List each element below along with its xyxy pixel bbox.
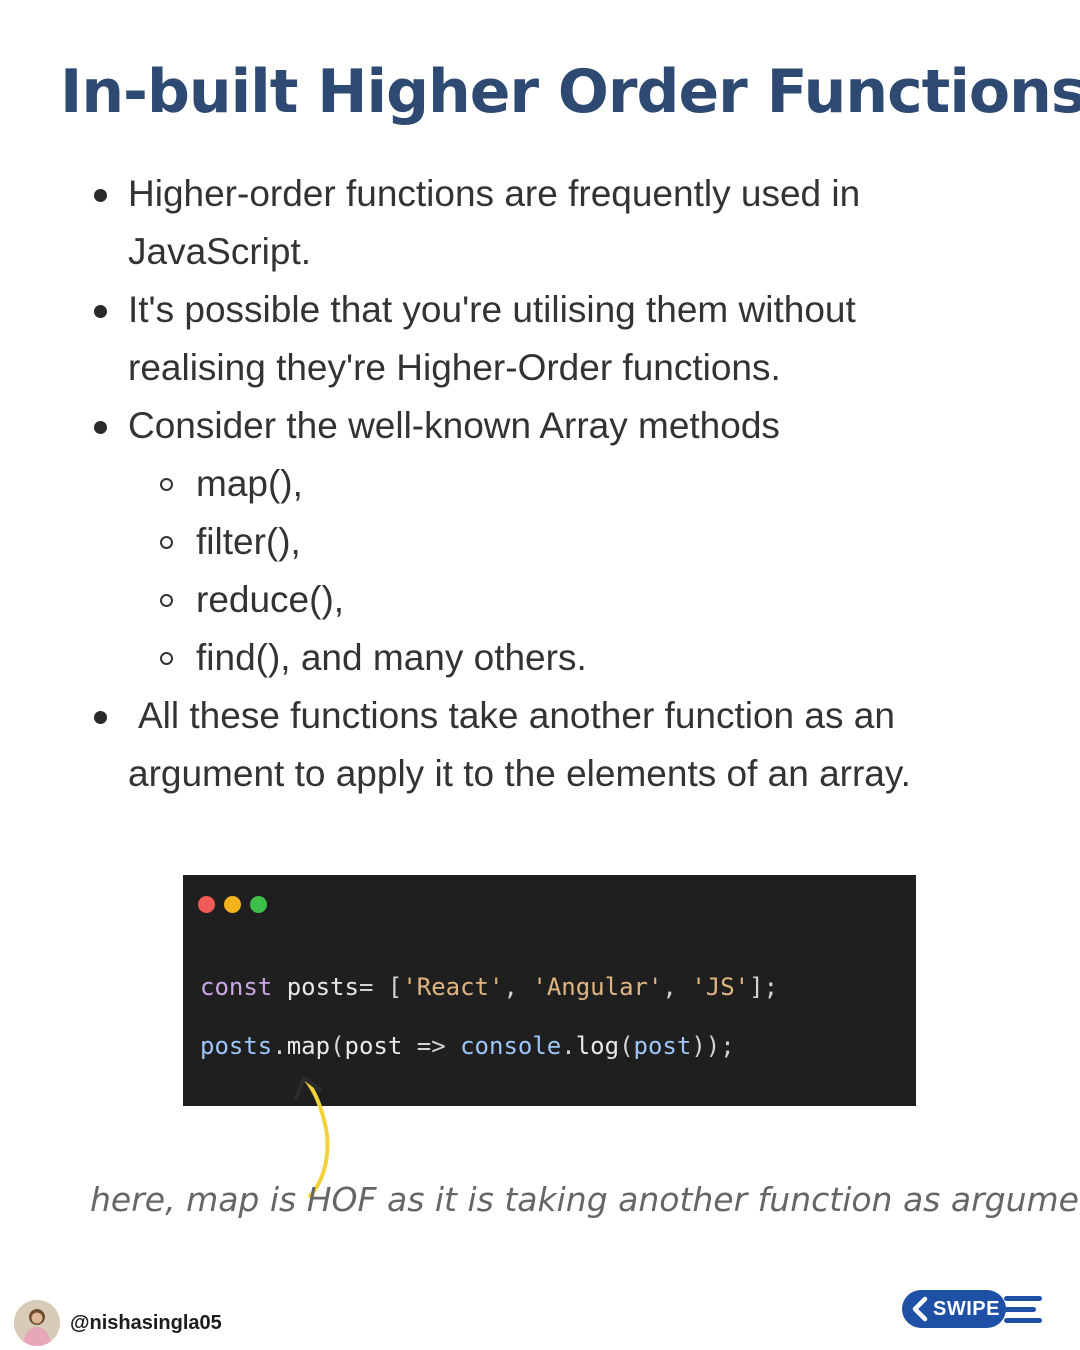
- code-punctuation: = [: [358, 973, 403, 1001]
- bullet-item: It's possible that you're utilising them…: [90, 281, 1020, 397]
- sub-item-text: filter(),: [196, 521, 301, 562]
- code-punctuation: .: [272, 1032, 287, 1060]
- sub-item-text: reduce(),: [196, 579, 345, 620]
- swipe-button[interactable]: SWIPE: [902, 1290, 1044, 1330]
- bullet-item: Higher-order functions are frequently us…: [90, 165, 1020, 281]
- code-punctuation: ,: [503, 973, 533, 1001]
- code-identifier: posts: [272, 973, 359, 1001]
- bullet-item: All these functions take another functio…: [90, 687, 1020, 803]
- sub-item-text: find(), and many others.: [196, 637, 587, 678]
- bullet-dot-icon: [94, 421, 107, 434]
- sub-list-item: find(), and many others.: [158, 629, 1020, 687]
- code-parameter: post: [344, 1032, 403, 1060]
- code-string: 'Angular': [532, 973, 663, 1001]
- sub-list-item: map(),: [158, 455, 1020, 513]
- code-string: 'JS': [691, 973, 750, 1001]
- code-method: map: [286, 1032, 331, 1060]
- bullet-text-line: Consider the well-known Array methods: [128, 405, 780, 446]
- code-method: log: [575, 1032, 620, 1060]
- code-line: const posts= ['React', 'Angular', 'JS'];: [200, 971, 778, 1003]
- bullet-text-line: realising they're Higher-Order functions…: [128, 347, 781, 388]
- bullet-item: Consider the well-known Array methods: [90, 397, 1020, 455]
- hollow-bullet-icon: [160, 652, 173, 665]
- chevron-left-icon: [912, 1296, 928, 1322]
- page-title: In-built Higher Order Functions: [60, 57, 1080, 127]
- code-punctuation: ,: [662, 973, 692, 1001]
- swipe-label: SWIPE: [933, 1298, 1000, 1320]
- array-methods-list: map(), filter(), reduce(), find(), and m…: [90, 455, 1020, 687]
- code-punctuation: (: [619, 1032, 634, 1060]
- code-identifier: console: [460, 1032, 562, 1060]
- avatar: [14, 1300, 60, 1346]
- code-punctuation: ));: [691, 1032, 735, 1060]
- bullet-text-line: It's possible that you're utilising them…: [128, 289, 856, 330]
- caption: here, map is HOF as it is taking another…: [90, 1180, 1080, 1219]
- bullet-dot-icon: [94, 305, 107, 318]
- yellow-dot-icon: [224, 896, 241, 913]
- bullet-dot-icon: [94, 711, 107, 724]
- avatar-portrait-icon: [14, 1300, 60, 1346]
- bullet-list: Higher-order functions are frequently us…: [90, 165, 1020, 803]
- red-dot-icon: [198, 896, 215, 913]
- sub-item-text: map(),: [196, 463, 303, 504]
- code-identifier: posts: [200, 1032, 273, 1060]
- bullet-dot-icon: [94, 189, 107, 202]
- speed-lines-icon: [1000, 1296, 1042, 1323]
- bullet-text-line: All these functions take another functio…: [138, 695, 895, 736]
- code-punctuation: ];: [749, 973, 779, 1001]
- bullet-text-line: Higher-order functions are frequently us…: [128, 173, 861, 214]
- code-line: posts.map(post => console.log(post));: [200, 1030, 735, 1062]
- bullet-text-line: JavaScript.: [128, 231, 312, 272]
- sub-list-item: reduce(),: [158, 571, 1020, 629]
- hollow-bullet-icon: [160, 594, 173, 607]
- code-string: 'React': [402, 973, 504, 1001]
- green-dot-icon: [250, 896, 267, 913]
- hollow-bullet-icon: [160, 536, 173, 549]
- code-keyword: const: [200, 973, 273, 1001]
- code-punctuation: .: [561, 1032, 576, 1060]
- code-punctuation: (: [330, 1032, 345, 1060]
- sub-list-item: filter(),: [158, 513, 1020, 571]
- code-parameter: post: [633, 1032, 692, 1060]
- hollow-bullet-icon: [160, 478, 173, 491]
- bullet-text-line: argument to apply it to the elements of …: [128, 753, 911, 794]
- author-handle: @nishasingla05: [70, 1312, 222, 1334]
- code-arrow: =>: [402, 1032, 461, 1060]
